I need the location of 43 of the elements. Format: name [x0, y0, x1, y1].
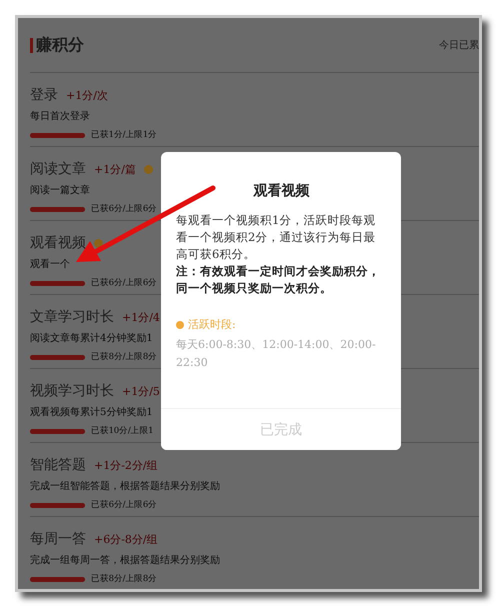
progress-text: 已获6分/上限6分 [91, 203, 157, 215]
progress-text: 已获1分/上限1分 [91, 129, 157, 141]
task-description: 完成一组智能答题，根据答题结果分别奖励 [30, 480, 220, 493]
progress-text: 已获8分/上限8分 [91, 573, 157, 585]
dialog-title: 观看视频 [252, 182, 310, 200]
daily-summary: 今日已累 [439, 39, 479, 52]
progress-text: 已获6分/上限6分 [91, 277, 157, 289]
task-title: 观看视频 [30, 234, 86, 252]
task-points: +1分-2分/组 [94, 458, 158, 473]
task-title: 智能答题 [30, 456, 86, 474]
task-description: 观看一个 [30, 258, 70, 271]
task-description: 观看视频每累计5分钟奖励1 [30, 406, 153, 419]
progress-text: 已获8分/上限8分 [91, 351, 157, 363]
task-description: 完成一组每周一答，根据答题结果分别奖励 [30, 554, 220, 567]
progress-bar [30, 206, 85, 212]
task-description: 阅读文章每累计4分钟奖励1 [30, 332, 153, 345]
progress-bar [30, 576, 85, 582]
progress-bar [30, 502, 85, 508]
section-title: 赚积分 [36, 34, 84, 56]
progress-bar [30, 280, 85, 286]
task-title: 视频学习时长 [30, 382, 114, 400]
clock-icon [176, 320, 184, 328]
dialog-note: 注：有效观看一定时间才会奖励积分，同一个视频只奖励一次积分。 [176, 263, 381, 297]
task-points: +6分-8分/组 [94, 532, 158, 547]
active-period-label: 活跃时段: [188, 317, 236, 332]
progress-text: 已获6分/上限6分 [91, 499, 157, 511]
progress-bar [30, 428, 85, 434]
task-title: 阅读文章 [30, 160, 86, 178]
task-points: +1分/次 [66, 88, 108, 103]
task-title: 文章学习时长 [30, 308, 114, 326]
task-points: +1分/4 [122, 310, 160, 325]
task-description: 每日首次登录 [30, 110, 90, 123]
title-marker [30, 38, 33, 52]
active-period-times: 每天6:00-8:30、12:00-14:00、20:00-22:30 [176, 337, 377, 371]
task-title: 登录 [30, 86, 58, 104]
dialog-text: 每观看一个视频积1分，活跃时段每观看一个视频积2分，通过该行为每日最高可获6积分。 [176, 212, 376, 263]
progress-bar [30, 132, 85, 138]
task-points: +1分/篇 [94, 162, 136, 177]
task-title: 每周一答 [30, 530, 86, 548]
progress-text: 已获10分/上限1 [91, 425, 154, 437]
task-points: +1分/5 [122, 384, 160, 399]
progress-bar [30, 354, 85, 360]
task-description: 阅读一篇文章 [30, 184, 90, 197]
